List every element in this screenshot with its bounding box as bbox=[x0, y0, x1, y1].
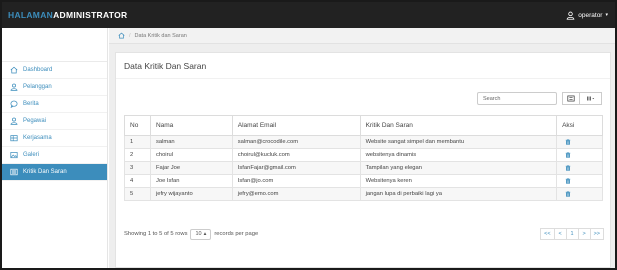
sidebar-item-label: Pelanggan bbox=[23, 84, 52, 90]
sidebar-item-label: Dashboard bbox=[23, 67, 53, 73]
user-menu[interactable]: operator ▾ bbox=[566, 11, 608, 20]
sidebar-item-pegawai[interactable]: Pegawai bbox=[2, 113, 107, 130]
trash-icon[interactable] bbox=[565, 151, 571, 158]
cell-aksi bbox=[556, 174, 603, 188]
cell-nama: jefry wijayanto bbox=[149, 187, 233, 201]
cell-kritik: Websitenya keren bbox=[359, 174, 558, 188]
data-panel: Data Kritik Dan Saran No Nama bbox=[115, 52, 611, 268]
table-header-row: No Nama Alamat Email Kritik Dan Saran Ak… bbox=[124, 115, 603, 136]
view-button-group bbox=[562, 92, 602, 105]
chevron-up-icon: ▴ bbox=[203, 231, 207, 237]
user-icon bbox=[566, 11, 575, 20]
cell-nama: Joe Isfan bbox=[149, 174, 233, 188]
cell-email: salman@crocodile.com bbox=[231, 135, 361, 149]
table-row: 5 jefry wijayanto jefry@emo.com jangan l… bbox=[124, 187, 603, 201]
cell-nama: choirul bbox=[149, 148, 233, 162]
cell-kritik: Website sangat simpel dan membantu bbox=[359, 135, 558, 149]
app-frame: HALAMANADMINISTRATOR operator ▾ Dashboar… bbox=[2, 2, 615, 268]
last-page-button[interactable]: >> bbox=[589, 228, 604, 240]
cell-email: Isfan@jo.com bbox=[231, 174, 361, 188]
cell-aksi bbox=[556, 148, 603, 162]
kritik-table: No Nama Alamat Email Kritik Dan Saran Ak… bbox=[124, 115, 603, 201]
handshake-icon bbox=[10, 135, 18, 142]
cell-email: IsfanFajar@gmail.com bbox=[231, 161, 361, 175]
cell-no: 4 bbox=[124, 174, 151, 188]
table-row: 4 Joe Isfan Isfan@jo.com Websitenya kere… bbox=[124, 174, 603, 188]
card-view-icon bbox=[567, 95, 575, 102]
user-icon bbox=[10, 83, 18, 91]
main-content: / Data Kritik dan Saran Data Kritik Dan … bbox=[109, 28, 615, 268]
chat-icon bbox=[10, 100, 18, 108]
columns-icon bbox=[586, 96, 594, 101]
trash-icon[interactable] bbox=[565, 190, 571, 197]
column-header-email[interactable]: Alamat Email bbox=[231, 115, 361, 136]
chevron-down-icon: ▾ bbox=[605, 12, 608, 18]
top-navbar: HALAMANADMINISTRATOR operator ▾ bbox=[2, 2, 615, 28]
sidebar-header bbox=[2, 28, 107, 62]
per-page-value: 10 bbox=[195, 231, 202, 237]
per-page-select[interactable]: 10 ▴ bbox=[190, 228, 212, 240]
sidebar-item-kritik-dan-saran[interactable]: Kritik Dan Saran bbox=[2, 164, 107, 181]
page-info: Showing 1 to 5 of 5 rows 10 ▴ records pe… bbox=[124, 228, 259, 240]
first-page-button[interactable]: << bbox=[540, 228, 555, 240]
table-row: 2 choirul choirul@kucluk.com websitenya … bbox=[124, 148, 603, 162]
table-toolbar bbox=[477, 92, 602, 105]
cell-email: jefry@emo.com bbox=[231, 187, 361, 201]
cell-no: 1 bbox=[124, 135, 151, 149]
cell-kritik: Tampilan yang elegan bbox=[359, 161, 558, 175]
column-header-kritik[interactable]: Kritik Dan Saran bbox=[359, 115, 558, 136]
sidebar-item-label: Kritik Dan Saran bbox=[23, 169, 67, 175]
trash-icon[interactable] bbox=[565, 138, 571, 145]
sidebar-item-label: Berita bbox=[23, 101, 39, 107]
cell-email: choirul@kucluk.com bbox=[231, 148, 361, 162]
brand-logo[interactable]: HALAMANADMINISTRATOR bbox=[8, 10, 128, 20]
table-row: 3 Fajar Joe IsfanFajar@gmail.com Tampila… bbox=[124, 161, 603, 175]
sidebar: Dashboard Pelanggan Berita Pegawai Kerja… bbox=[2, 28, 108, 268]
sidebar-item-dashboard[interactable]: Dashboard bbox=[2, 62, 107, 79]
cell-no: 5 bbox=[124, 187, 151, 201]
sidebar-item-label: Pegawai bbox=[23, 118, 47, 124]
breadcrumb-separator: / bbox=[129, 32, 131, 39]
cell-aksi bbox=[556, 135, 603, 149]
cell-no: 2 bbox=[124, 148, 151, 162]
breadcrumb-current: Data Kritik dan Saran bbox=[134, 32, 187, 39]
columns-dropdown-button[interactable] bbox=[580, 92, 602, 105]
user-icon bbox=[10, 117, 18, 125]
list-icon bbox=[10, 168, 18, 176]
home-icon[interactable] bbox=[118, 32, 125, 39]
cell-no: 3 bbox=[124, 161, 151, 175]
cell-nama: Fajar Joe bbox=[149, 161, 233, 175]
image-icon bbox=[10, 152, 18, 159]
cell-kritik: websitenya dinamis bbox=[359, 148, 558, 162]
showing-rows-text: Showing 1 to 5 of 5 rows bbox=[124, 231, 188, 237]
brand-part2: ADMINISTRATOR bbox=[53, 10, 128, 20]
pagination: << < 1 > >> bbox=[540, 228, 604, 240]
cell-kritik: jangan lupa di perbaiki lagi ya bbox=[359, 187, 558, 201]
user-label: operator bbox=[578, 11, 603, 19]
column-header-no[interactable]: No bbox=[124, 115, 151, 136]
cell-aksi bbox=[556, 161, 603, 175]
trash-icon[interactable] bbox=[565, 164, 571, 171]
trash-icon[interactable] bbox=[565, 177, 571, 184]
column-header-nama[interactable]: Nama bbox=[149, 115, 233, 136]
toggle-view-button[interactable] bbox=[562, 92, 580, 105]
sidebar-item-pelanggan[interactable]: Pelanggan bbox=[2, 79, 107, 96]
sidebar-item-label: Galeri bbox=[23, 152, 40, 158]
cell-aksi bbox=[556, 187, 603, 201]
sidebar-item-galeri[interactable]: Galeri bbox=[2, 147, 107, 164]
search-input[interactable] bbox=[477, 92, 557, 105]
records-per-page-text: records per page bbox=[214, 231, 259, 237]
sidebar-item-label: Kerjasama bbox=[23, 135, 52, 141]
table-row: 1 salman salman@crocodile.com Website sa… bbox=[124, 135, 603, 149]
brand-part1: HALAMAN bbox=[8, 10, 54, 20]
sidebar-item-kerjasama[interactable]: Kerjasama bbox=[2, 130, 107, 147]
column-header-aksi: Aksi bbox=[556, 115, 603, 136]
page-title: Data Kritik Dan Saran bbox=[116, 53, 610, 79]
sidebar-item-berita[interactable]: Berita bbox=[2, 96, 107, 113]
breadcrumb: / Data Kritik dan Saran bbox=[109, 28, 615, 44]
home-icon bbox=[10, 66, 18, 74]
cell-nama: salman bbox=[149, 135, 233, 149]
table-footer: Showing 1 to 5 of 5 rows 10 ▴ records pe… bbox=[124, 228, 604, 240]
